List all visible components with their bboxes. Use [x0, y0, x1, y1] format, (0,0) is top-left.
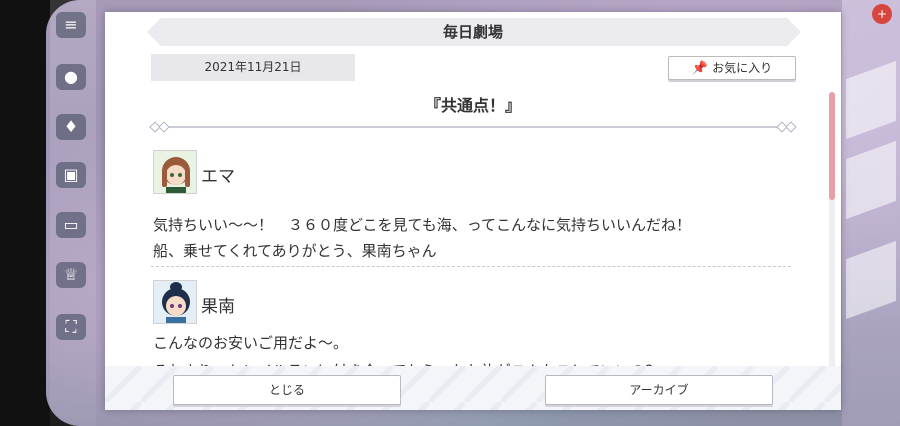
trophy-icon[interactable]: ♕ [56, 262, 86, 288]
favorite-button[interactable]: 📌 お気に入り [668, 56, 796, 80]
chat-icon[interactable]: ● [56, 64, 86, 90]
close-button[interactable]: とじる [173, 375, 401, 405]
speaker-row: 果南 [151, 280, 781, 326]
speaker-name: エマ [201, 167, 235, 187]
avatar-emma [153, 150, 197, 194]
notification-badge: + [872, 4, 892, 24]
story-title: 『共通点！』 [424, 96, 521, 115]
menu-icon[interactable]: ≡ [56, 12, 86, 38]
speaker-row: エマ [151, 150, 781, 196]
costume-icon[interactable]: ♦ [56, 114, 86, 140]
avatar-kanan [153, 280, 197, 324]
pin-icon: 📌 [691, 61, 709, 76]
divider [151, 266, 791, 267]
scrollbar[interactable] [829, 92, 835, 374]
fullscreen-icon[interactable]: ⛶ [56, 314, 86, 340]
title-ornament [149, 121, 797, 133]
dialogue-line: 船、乗せてくれてありがとう、果南ちゃん [153, 242, 437, 260]
dialogue-line: こんなのお安いご用だよ〜。 [153, 334, 349, 352]
scrollbar-thumb[interactable] [829, 92, 835, 200]
favorite-label: お気に入り [712, 61, 773, 75]
gift-icon[interactable]: ▣ [56, 162, 86, 188]
tv-icon[interactable]: ▭ [56, 212, 86, 238]
dialog-title: 毎日劇場 [442, 23, 503, 41]
date-label: 2021年11月21日 [151, 54, 355, 81]
speaker-name: 果南 [201, 297, 235, 317]
daily-theater-dialog: 毎日劇場 2021年11月21日 📌 お気に入り 『共通点！』 エマ 気持ちいい… [105, 12, 841, 410]
dialogue-line: 気持ちいい〜〜！ ３６０度どこを見ても海、ってこんなに気持ちいいんだね！ [153, 216, 692, 234]
archive-button[interactable]: アーカイブ [545, 375, 773, 405]
